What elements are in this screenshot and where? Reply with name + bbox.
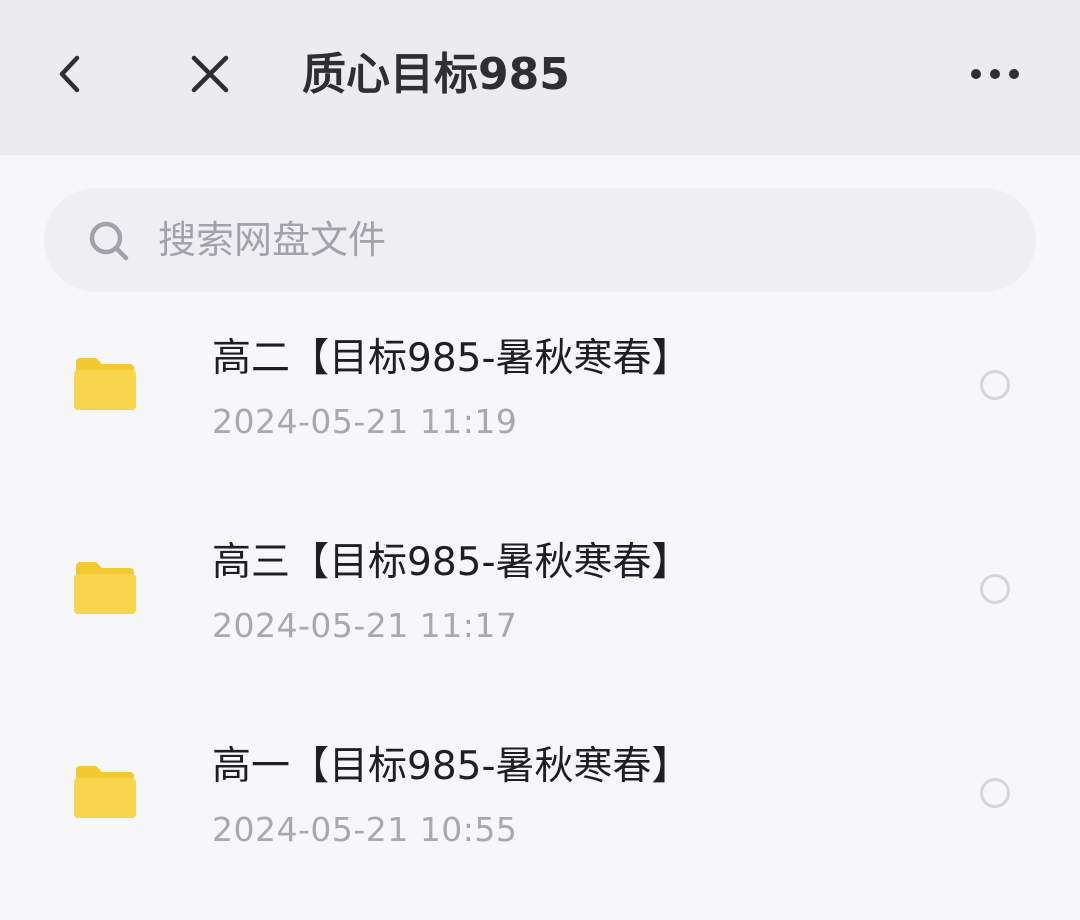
file-date: 2024-05-21 10:55 xyxy=(212,810,518,849)
file-row[interactable]: 高二【目标985-暑秋寒春】 2024-05-21 11:19 xyxy=(0,322,1080,512)
more-horizontal-icon xyxy=(971,69,1019,79)
file-row[interactable]: 高三【目标985-暑秋寒春】 2024-05-21 11:17 xyxy=(0,526,1080,716)
file-date: 2024-05-21 11:19 xyxy=(212,402,518,441)
title-bar: 质心目标985 xyxy=(0,0,1080,155)
select-radio[interactable] xyxy=(980,778,1010,808)
select-radio[interactable] xyxy=(980,370,1010,400)
file-row[interactable]: 高一【目标985-暑秋寒春】 2024-05-21 10:55 xyxy=(0,730,1080,920)
folder-icon xyxy=(74,562,136,614)
search-bar[interactable] xyxy=(44,188,1036,292)
file-name: 高三【目标985-暑秋寒春】 xyxy=(212,540,691,585)
file-name: 高二【目标985-暑秋寒春】 xyxy=(212,336,691,381)
chevron-left-icon xyxy=(59,55,80,93)
more-button[interactable] xyxy=(962,44,1028,104)
folder-icon xyxy=(74,358,136,410)
search-icon xyxy=(89,221,129,261)
folder-icon xyxy=(74,766,136,818)
page-title: 质心目标985 xyxy=(302,49,570,100)
close-icon xyxy=(191,55,229,93)
close-button[interactable] xyxy=(180,44,240,104)
file-date: 2024-05-21 11:17 xyxy=(212,606,518,645)
file-name: 高一【目标985-暑秋寒春】 xyxy=(212,744,691,789)
back-button[interactable] xyxy=(40,44,100,104)
search-input[interactable] xyxy=(158,210,978,270)
select-radio[interactable] xyxy=(980,574,1010,604)
